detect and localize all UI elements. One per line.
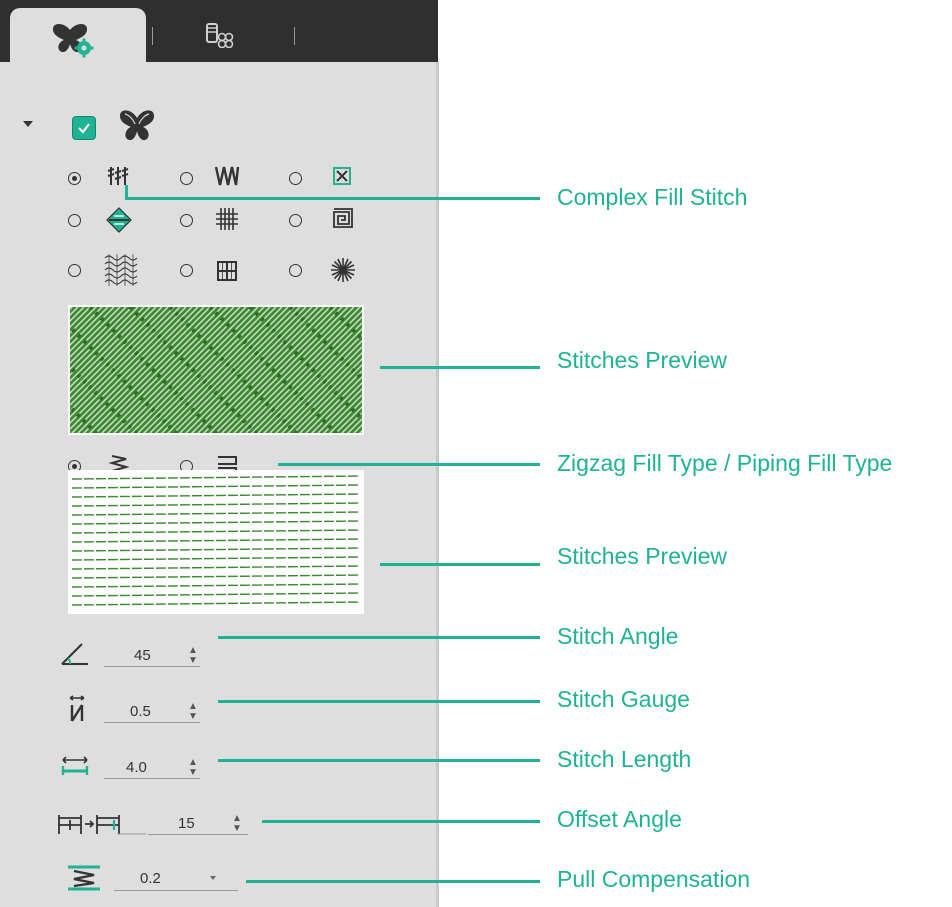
zigzag-stitch-icon	[214, 166, 240, 186]
stitches-preview-type	[68, 470, 364, 614]
label-pull-compensation: Pull Compensation	[557, 866, 751, 892]
fill-stitch-radio-zigzag[interactable]	[180, 172, 193, 185]
pull-compensation-dropdown[interactable]: 0.2	[114, 866, 238, 891]
stitch-length-value: 4.0	[126, 759, 147, 776]
callout-line-complex-fill	[128, 197, 540, 200]
callout-line-preview-1	[380, 366, 540, 369]
panel-border	[436, 62, 439, 907]
label-stitches-preview-2: Stitches Preview	[557, 543, 728, 569]
stitch-gauge-icon	[69, 695, 85, 722]
fill-stitch-radio-spiral[interactable]	[289, 214, 302, 227]
stitch-angle-value: 45	[134, 647, 151, 664]
stitch-gauge-value: 0.5	[130, 703, 151, 720]
spin-down-icon[interactable]: ▼	[188, 712, 198, 722]
fill-stitch-radio-woven[interactable]	[68, 264, 81, 277]
offset-angle-field[interactable]: 15 ▲ ▼	[148, 812, 248, 835]
callout-line-stitch-gauge	[218, 700, 540, 703]
label-stitch-angle: Stitch Angle	[557, 623, 679, 649]
enable-checkbox[interactable]	[72, 116, 96, 140]
label-stitches-preview-1: Stitches Preview	[557, 347, 728, 373]
spin-up-icon[interactable]: ▲	[188, 702, 198, 712]
diamond-fill-icon	[106, 207, 132, 233]
tab-separator	[294, 27, 295, 45]
checkmark-icon	[78, 123, 90, 134]
chevron-down-icon[interactable]	[210, 876, 216, 880]
butterfly-icon	[119, 110, 155, 141]
pull-compensation-icon	[68, 865, 100, 891]
callout-line-preview-2	[380, 563, 540, 566]
label-stitch-length: Stitch Length	[557, 746, 692, 772]
label-offset-angle: Offset Angle	[557, 806, 682, 832]
fill-stitch-radio-grid[interactable]	[180, 214, 193, 227]
spin-up-icon[interactable]: ▲	[232, 814, 242, 824]
spiral-square-icon	[333, 208, 353, 228]
fill-stitch-radio-complex[interactable]	[68, 172, 81, 185]
stitch-angle-field[interactable]: 45 ▲ ▼	[104, 644, 200, 667]
window-grid-icon	[217, 261, 237, 281]
label-complex-fill: Complex Fill Stitch	[557, 184, 748, 210]
butterfly-gear-icon	[52, 24, 94, 58]
spin-down-icon[interactable]: ▼	[232, 824, 242, 834]
spin-up-icon[interactable]: ▲	[188, 758, 198, 768]
offset-angle-icon	[58, 815, 146, 835]
callout-line-fill-type	[278, 463, 540, 466]
fill-pattern-graphic	[70, 307, 362, 433]
woven-fill-icon	[104, 254, 138, 286]
label-fill-type: Zigzag Fill Type / Piping Fill Type	[557, 450, 893, 476]
callout-line-offset-angle	[262, 820, 540, 823]
spin-up-icon[interactable]: ▲	[188, 646, 198, 656]
collapse-arrow-icon[interactable]	[23, 121, 33, 127]
label-stitch-gauge: Stitch Gauge	[557, 686, 690, 712]
fill-stitch-radio-starburst[interactable]	[289, 264, 302, 277]
fill-stitch-radio-diamond[interactable]	[68, 214, 81, 227]
fill-stitch-radio-window[interactable]	[180, 264, 193, 277]
pull-compensation-value: 0.2	[140, 870, 161, 887]
line-pattern-graphic	[71, 475, 361, 606]
grid-hash-icon	[216, 208, 238, 230]
thread-spools-icon	[206, 23, 234, 49]
callout-line-complex-fill-tick	[125, 185, 128, 200]
tab-separator	[152, 27, 153, 45]
starburst-icon	[331, 258, 355, 282]
tab-thread-colors[interactable]	[204, 20, 234, 53]
callout-line-pull-compensation	[246, 880, 540, 883]
stitch-angle-icon	[61, 643, 88, 665]
callout-line-stitch-length	[218, 759, 540, 762]
tab-stitch-properties[interactable]	[10, 8, 146, 66]
spin-down-icon[interactable]: ▼	[188, 656, 198, 666]
stitches-preview-fill	[68, 305, 364, 435]
stitch-gauge-field[interactable]: 0.5 ▲ ▼	[104, 700, 200, 723]
stitch-length-field[interactable]: 4.0 ▲ ▼	[104, 756, 200, 779]
stitch-length-icon	[61, 756, 89, 775]
offset-angle-value: 15	[178, 815, 195, 832]
callout-line-stitch-angle	[218, 636, 540, 639]
cross-box-icon	[333, 167, 351, 185]
fill-stitch-radio-cross[interactable]	[289, 172, 302, 185]
spin-down-icon[interactable]: ▼	[188, 768, 198, 778]
